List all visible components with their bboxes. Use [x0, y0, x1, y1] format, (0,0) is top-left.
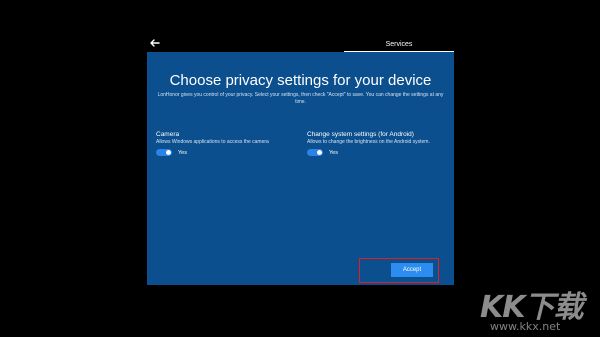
setting-camera: Camera Allows Windows applications to ac… — [156, 131, 296, 156]
setting-system-title: Change system settings (for Android) — [307, 131, 414, 138]
system-toggle-label: Yes — [329, 149, 338, 156]
setting-system: Change system settings (for Android) All… — [307, 131, 447, 156]
watermark: KK下载 www.kkx.net — [476, 280, 600, 337]
system-settings-toggle[interactable] — [307, 149, 323, 156]
accept-button[interactable]: Accept — [391, 263, 433, 277]
toggle-knob — [166, 150, 171, 155]
watermark-url: www.kkx.net — [490, 320, 561, 333]
camera-toggle-label: Yes — [178, 149, 187, 156]
toggle-knob — [317, 150, 322, 155]
back-arrow-icon[interactable] — [149, 37, 161, 49]
tab-services[interactable]: Services — [344, 39, 454, 52]
setting-system-description: Allows to change the brightness on the A… — [307, 139, 430, 145]
setting-camera-title: Camera — [156, 131, 180, 138]
camera-toggle[interactable] — [156, 149, 172, 156]
privacy-dialog: Choose privacy settings for your device … — [147, 52, 454, 285]
dialog-title: Choose privacy settings for your device — [169, 72, 432, 89]
setting-camera-description: Allows Windows applications to access th… — [156, 139, 269, 145]
dialog-subtitle: LonHonor gives you control of your priva… — [157, 92, 444, 105]
